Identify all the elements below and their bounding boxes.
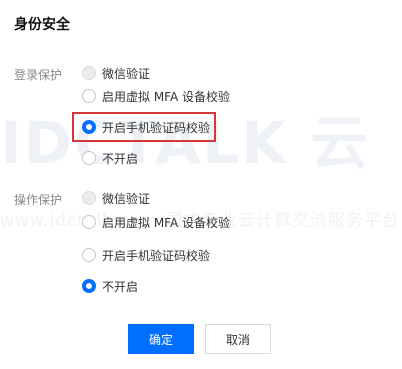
radio-icon[interactable]	[82, 248, 96, 262]
page-title: 身份安全	[14, 17, 70, 33]
login-option-mfa[interactable]: 启用虚拟 MFA 设备校验	[82, 87, 230, 105]
radio-icon[interactable]	[82, 66, 96, 80]
radio-checked-icon[interactable]	[82, 120, 96, 134]
option-label: 微信验证	[102, 191, 151, 206]
option-label: 开启手机验证码校验	[102, 248, 211, 263]
option-label: 不开启	[102, 151, 139, 166]
confirm-button[interactable]: 确定	[128, 324, 194, 354]
option-label: 开启手机验证码校验	[102, 120, 211, 135]
operation-option-mfa[interactable]: 启用虚拟 MFA 设备校验	[82, 213, 230, 231]
login-option-sms[interactable]: 开启手机验证码校验	[82, 118, 210, 136]
radio-icon[interactable]	[82, 215, 96, 229]
radio-checked-icon[interactable]	[82, 279, 96, 293]
operation-option-wechat[interactable]: 微信验证	[82, 189, 150, 207]
option-label: 不开启	[102, 279, 139, 294]
option-label: 微信验证	[102, 66, 151, 81]
option-label: 启用虚拟 MFA 设备校验	[102, 215, 230, 230]
cancel-button[interactable]: 取消	[205, 324, 271, 354]
option-label: 启用虚拟 MFA 设备校验	[102, 89, 230, 104]
operation-option-none[interactable]: 不开启	[82, 277, 138, 295]
operation-protection-label: 操作保护	[14, 193, 63, 207]
radio-icon[interactable]	[82, 151, 96, 165]
login-option-none[interactable]: 不开启	[82, 149, 138, 167]
radio-icon[interactable]	[82, 89, 96, 103]
radio-icon[interactable]	[82, 191, 96, 205]
operation-option-sms[interactable]: 开启手机验证码校验	[82, 246, 210, 264]
login-protection-label: 登录保护	[14, 68, 63, 82]
login-option-wechat[interactable]: 微信验证	[82, 64, 150, 82]
